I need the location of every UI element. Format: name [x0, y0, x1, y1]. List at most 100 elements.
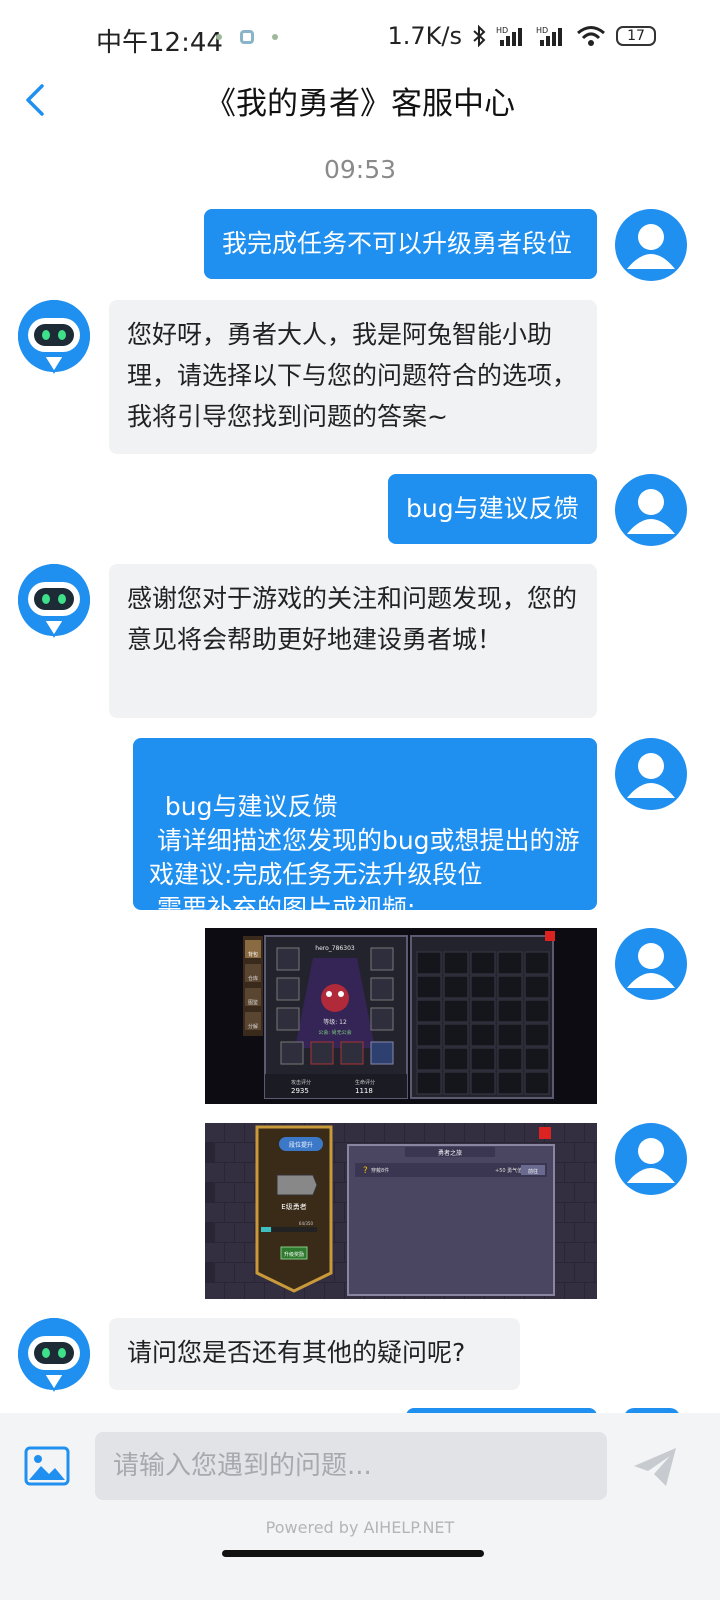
- wall-tile: [575, 1183, 594, 1202]
- game-screenshot-rank[interactable]: 段位提升 E级勇者 64/350 升级奖励 勇者之旅 ? 穿戴8件 +50 勇气…: [205, 1123, 597, 1299]
- wall-tile: [235, 1183, 254, 1202]
- user-avatar[interactable]: [615, 209, 687, 281]
- bot-avatar: [18, 300, 90, 374]
- user-message-bubble[interactable]: bug与建议反馈: [388, 474, 597, 544]
- wall-tile: [205, 1123, 224, 1142]
- stat-hp-label: 生命评分: [355, 1079, 375, 1086]
- home-indicator[interactable]: [222, 1550, 484, 1557]
- wall-tile: [575, 1143, 594, 1162]
- status-bar: 中午12:44 1.7K/s HD HD 17: [0, 0, 720, 78]
- wall-tile: [585, 1163, 597, 1182]
- status-indicators: 1.7K/s HD HD 17: [388, 22, 656, 50]
- inventory-screenshot-image: 背包 仓库 图鉴 分解 hero_786303 等级: 12 公会: 尚无公会 …: [205, 928, 597, 1104]
- wall-tile: [565, 1283, 584, 1299]
- stat-hp-value: 1118: [355, 1087, 373, 1095]
- wall-tile: [575, 1263, 594, 1282]
- bag-slot: [470, 999, 496, 1023]
- tab-bag-label: 背包: [248, 951, 258, 958]
- user-message-bubble[interactable]: bug与建议反馈 请详细描述您发现的bug或想提出的游戏建议:完成任务无法升级段…: [133, 738, 597, 923]
- message-text: 我完成任务不可以升级勇者段位: [222, 229, 573, 258]
- wall-tile: [565, 1243, 584, 1262]
- wall-tile: [565, 1203, 584, 1222]
- game-screenshot-inventory[interactable]: 背包 仓库 图鉴 分解 hero_786303 等级: 12 公会: 尚无公会 …: [205, 928, 597, 1104]
- powered-by: Powered by AIHELP.NET: [265, 1518, 455, 1537]
- hero-level: 等级: 12: [323, 1018, 347, 1026]
- tab-codex-label: 图鉴: [248, 999, 258, 1006]
- user-silhouette-icon: [627, 224, 675, 269]
- bag-slot: [524, 999, 550, 1023]
- bag-slot: [470, 1023, 496, 1047]
- wall-tile: [225, 1203, 244, 1222]
- rank-screenshot-image: 段位提升 E级勇者 64/350 升级奖励 勇者之旅 ? 穿戴8件 +50 勇气…: [205, 1123, 597, 1299]
- bag-slot: [416, 951, 442, 975]
- send-button[interactable]: [632, 1446, 678, 1488]
- svg-text:?: ?: [363, 1166, 368, 1176]
- bag-slot: [470, 1071, 496, 1095]
- wall-tile: [595, 1183, 597, 1202]
- user-avatar[interactable]: [615, 1123, 687, 1195]
- user-avatar[interactable]: [615, 738, 687, 810]
- task-text: 穿戴8件: [371, 1167, 389, 1174]
- message-text: bug与建议反馈 请详细描述您发现的bug或想提出的游戏建议:完成任务无法升级段…: [149, 792, 580, 923]
- wall-tile: [235, 1263, 254, 1282]
- wall-tile: [595, 1263, 597, 1282]
- wall-tile: [565, 1163, 584, 1182]
- wall-tile: [205, 1243, 224, 1262]
- robot-icon: [18, 1318, 90, 1392]
- bag-slot: [497, 1071, 523, 1095]
- bag-slot: [470, 1047, 496, 1071]
- bag-slot: [416, 1047, 442, 1071]
- user-silhouette-icon: [627, 943, 675, 988]
- bluetooth-icon: [473, 24, 486, 48]
- bag-slot: [443, 975, 469, 999]
- bag-slot: [524, 951, 550, 975]
- wall-tile: [225, 1283, 244, 1299]
- bot-message-bubble: 感谢您对于游戏的关注和问题发现，您的意见将会帮助更好地建设勇者城！: [109, 564, 597, 718]
- bag-slot: [443, 1023, 469, 1047]
- user-silhouette-icon: [627, 753, 675, 798]
- bag-slot: [524, 1071, 550, 1095]
- upgrade-reward-button: 升级奖励: [284, 1251, 304, 1258]
- status-time: 中午12:44: [96, 28, 223, 58]
- bot-message-bubble: 请问您是否还有其他的疑问呢?: [109, 1318, 520, 1390]
- hero-guild: 公会: 尚无公会: [318, 1029, 351, 1036]
- wall-tile: [485, 1123, 504, 1142]
- wall-tile: [215, 1183, 234, 1202]
- rank-up-button: 段位提升: [289, 1141, 313, 1149]
- wall-tile: [215, 1143, 234, 1162]
- message-text: 您好呀，勇者大人，我是阿兔智能小助理，请选择以下与您的问题符合的选项，我将引导您…: [127, 320, 578, 431]
- bag-slot: [443, 1071, 469, 1095]
- attach-image-button[interactable]: [24, 1446, 70, 1486]
- wall-tile: [225, 1123, 244, 1142]
- user-silhouette-icon: [627, 1138, 675, 1183]
- bag-slot: [497, 951, 523, 975]
- user-message-bubble[interactable]: 我完成任务不可以升级勇者段位: [204, 209, 597, 279]
- close-icon: [539, 1127, 551, 1139]
- wall-tile: [225, 1163, 244, 1182]
- robot-icon: [18, 300, 90, 374]
- user-avatar[interactable]: [615, 928, 687, 1000]
- bag-slot: [416, 999, 442, 1023]
- wall-tile: [505, 1123, 524, 1142]
- wall-tile: [205, 1203, 224, 1222]
- panel-title: 勇者之旅: [438, 1149, 462, 1157]
- question-input[interactable]: 请输入您遇到的问题...: [95, 1432, 607, 1500]
- bag-slot: [497, 999, 523, 1023]
- message-text: 感谢您对于游戏的关注和问题发现，您的意见将会帮助更好地建设勇者城！: [127, 584, 578, 654]
- close-icon: [545, 931, 555, 941]
- wall-tile: [585, 1123, 597, 1142]
- task-reward: +50 勇气值: [495, 1167, 522, 1174]
- user-avatar[interactable]: [615, 474, 687, 546]
- svg-text:HD: HD: [536, 26, 548, 35]
- notification-dot-icon: [216, 34, 222, 40]
- bag-slot: [443, 1047, 469, 1071]
- notification-app-icon: [240, 30, 254, 44]
- wall-tile: [555, 1263, 574, 1282]
- wall-tile: [585, 1283, 597, 1299]
- wall-tile: [445, 1123, 464, 1142]
- wall-tile: [345, 1123, 364, 1142]
- wifi-icon: [577, 26, 605, 46]
- wall-tile: [215, 1223, 234, 1242]
- wall-tile: [325, 1283, 344, 1299]
- user-silhouette-icon: [627, 489, 675, 534]
